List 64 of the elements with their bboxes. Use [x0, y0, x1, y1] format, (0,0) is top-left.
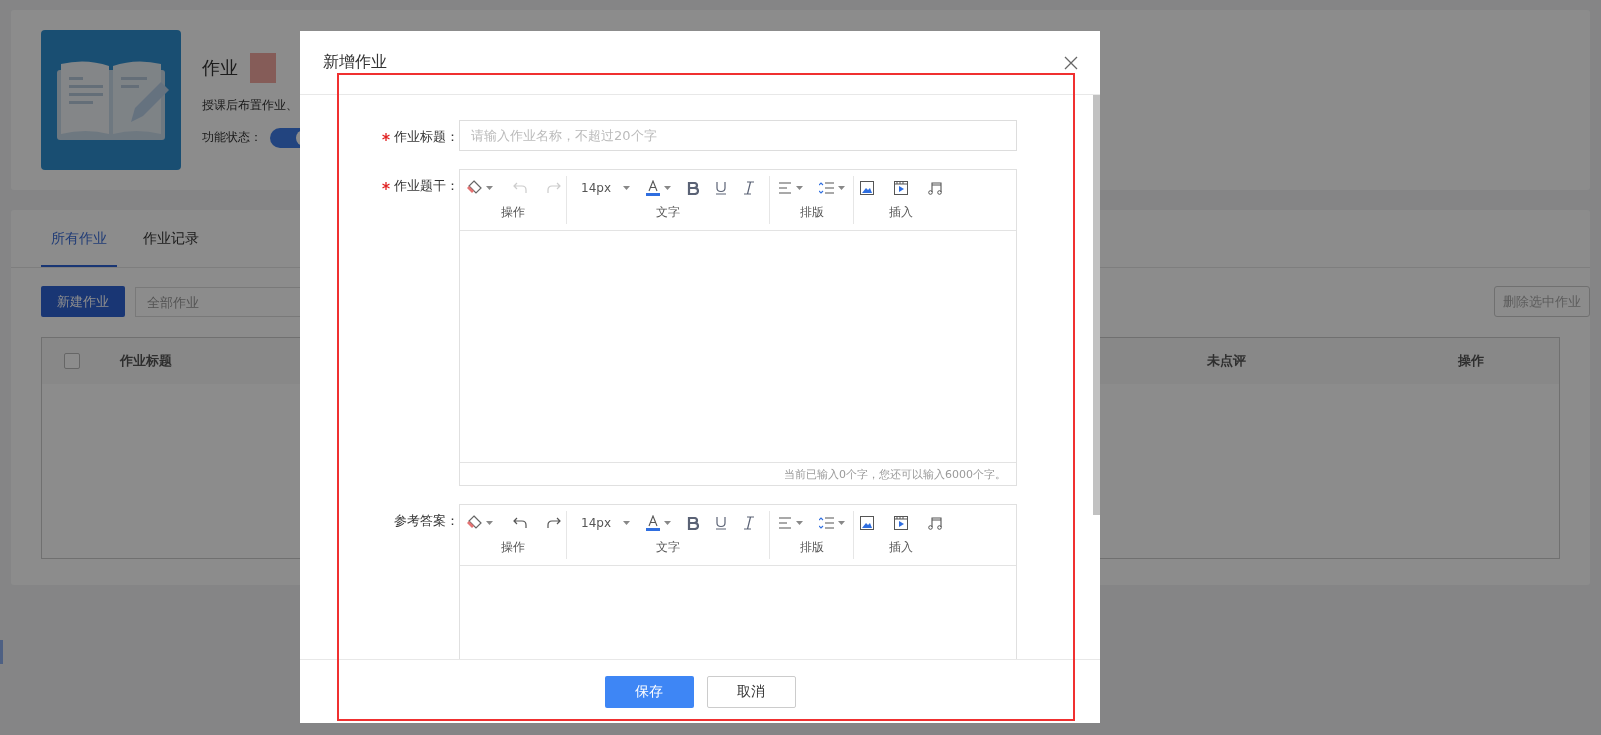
font-color-icon[interactable]	[646, 180, 660, 196]
caret-icon[interactable]	[838, 521, 845, 525]
font-size-select[interactable]: 14px	[581, 516, 611, 530]
caret-icon[interactable]	[664, 186, 671, 190]
caret-icon[interactable]	[796, 521, 803, 525]
align-icon[interactable]	[778, 517, 792, 529]
undo-icon[interactable]	[512, 517, 527, 529]
column-header: 未点评	[1207, 352, 1246, 370]
save-button[interactable]: 保存	[604, 675, 694, 708]
caret-icon[interactable]	[623, 521, 630, 525]
column-header: 作业标题	[120, 352, 172, 370]
italic-icon[interactable]	[743, 181, 755, 195]
music-note-icon[interactable]	[928, 181, 942, 195]
caret-icon[interactable]	[485, 521, 493, 525]
column-header: 操作	[1458, 352, 1484, 370]
cancel-button[interactable]: 取消	[706, 675, 796, 708]
caret-icon[interactable]	[623, 186, 630, 190]
field-label: 作业题干：	[394, 177, 459, 195]
line-spacing-icon[interactable]	[819, 517, 834, 529]
align-icon[interactable]	[778, 182, 792, 194]
underline-icon[interactable]	[715, 516, 727, 530]
caret-icon[interactable]	[796, 186, 803, 190]
video-icon[interactable]	[894, 516, 908, 530]
select-all-checkbox[interactable]	[64, 353, 80, 369]
line-spacing-icon[interactable]	[819, 182, 834, 194]
toolbar-group-label: 文字	[656, 204, 680, 221]
toolbar-group-label: 文字	[656, 539, 680, 556]
field-label: 参考答案：	[394, 512, 459, 530]
status-label: 功能状态：	[202, 129, 262, 146]
close-icon[interactable]	[1064, 55, 1078, 70]
caret-icon[interactable]	[485, 186, 493, 190]
font-size-select[interactable]: 14px	[581, 181, 611, 195]
tab[interactable]: 所有作业	[41, 210, 117, 267]
video-icon[interactable]	[894, 181, 908, 195]
book-pencil-icon	[41, 30, 181, 170]
blurred-tag	[250, 52, 276, 83]
redo-icon[interactable]	[546, 517, 561, 529]
italic-icon[interactable]	[743, 516, 755, 530]
eraser-icon[interactable]	[465, 180, 482, 196]
caret-icon[interactable]	[838, 186, 845, 190]
toolbar-group-label: 插入	[889, 204, 913, 221]
underline-icon[interactable]	[715, 181, 727, 195]
toolbar-group-label: 操作	[501, 204, 525, 221]
toolbar-group-label: 排版	[799, 539, 824, 556]
module-description: 授课后布置作业、	[202, 96, 299, 114]
font-color-icon[interactable]	[646, 515, 660, 531]
scrollbar[interactable]	[1093, 95, 1100, 515]
music-note-icon[interactable]	[928, 516, 942, 530]
character-counter: 当前已输入0个字，您还可以输入6000个字。	[784, 466, 1006, 482]
new-homework-button[interactable]: 新建作业	[41, 286, 125, 317]
dialog-title: 新增作业	[323, 52, 387, 73]
toolbar-group-label: 插入	[889, 539, 913, 556]
tab[interactable]: 作业记录	[133, 210, 209, 267]
bold-icon[interactable]	[687, 181, 699, 195]
field-label: 作业标题：	[394, 128, 459, 146]
toolbar-group-label: 排版	[799, 204, 824, 221]
image-icon[interactable]	[860, 181, 874, 195]
image-icon[interactable]	[860, 516, 874, 530]
module-title: 作业	[202, 55, 238, 80]
bold-icon[interactable]	[687, 516, 699, 530]
title-input-field[interactable]: 请输入作业名称，不超过20个字	[459, 120, 1017, 151]
toolbar-group-label: 操作	[501, 539, 525, 556]
caret-icon[interactable]	[664, 521, 671, 525]
eraser-icon[interactable]	[465, 515, 482, 531]
